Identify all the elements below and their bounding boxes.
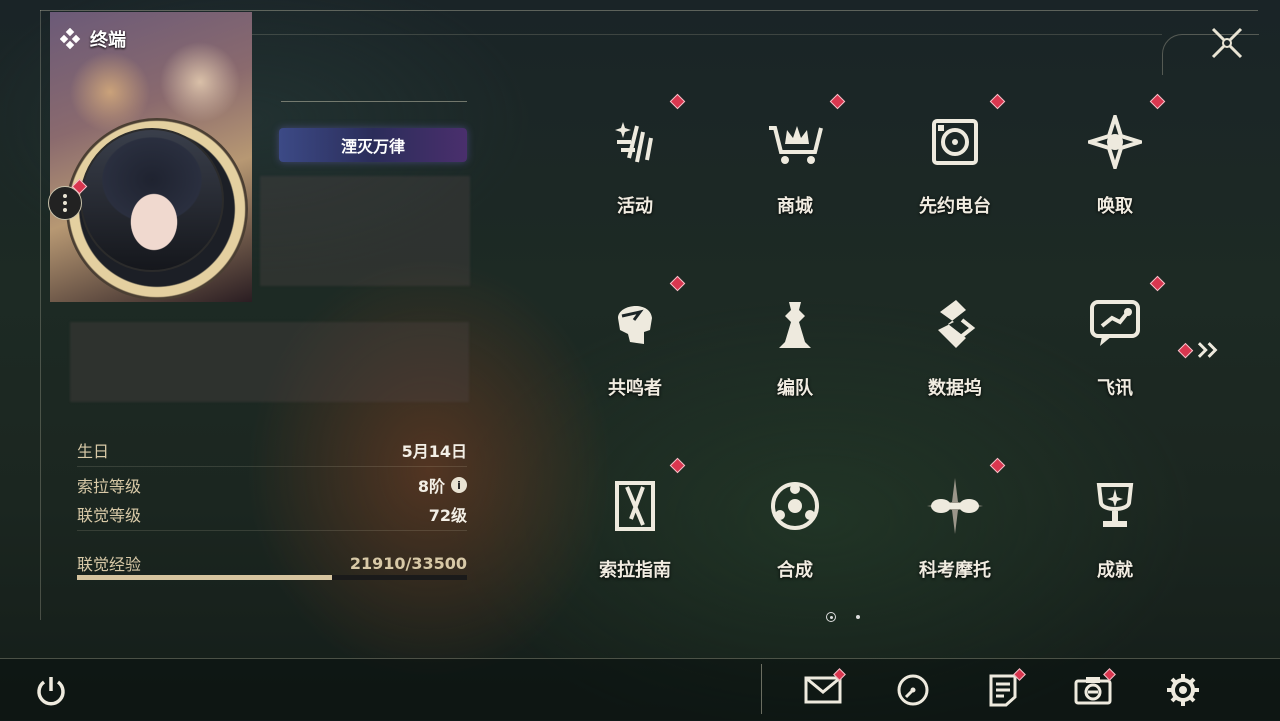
page-dot[interactable] [856,615,860,619]
frame-top-line [40,10,1258,11]
page-title: 终端 [90,30,126,51]
avatar[interactable] [80,128,224,272]
menu-item-label: 科考摩托 [919,560,991,581]
stat-value: 8阶 [417,477,445,496]
stat-label: 联觉经验 [77,555,142,574]
more-dots-icon [63,193,67,214]
radio-icon [925,112,985,172]
frame-left-line [40,10,41,620]
notes-button[interactable] [983,668,1026,710]
double-chevron-right-icon [1197,342,1218,358]
synthesis-icon [765,476,825,536]
close-icon [1211,27,1243,59]
menu-item-team[interactable]: 编队 [720,274,870,424]
menu-item-motorbike[interactable]: 科考摩托 [880,456,1030,606]
menu-item-label: 合成 [777,560,813,581]
trophy-icon [1085,476,1145,536]
stat-birthday: 生日 5月14日 [77,438,467,462]
message-chat-icon [1085,294,1145,354]
mail-icon [804,676,842,704]
power-button[interactable] [33,673,69,709]
menu-item-data-dock[interactable]: 数据坞 [880,274,1030,424]
menu-item-label: 活动 [617,196,653,217]
menu-item-label: 数据坞 [928,378,982,399]
notification-dot [1149,275,1166,292]
menu-item-label: 商城 [777,196,813,217]
team-chess-icon [765,294,825,354]
mail-button[interactable] [803,668,846,710]
summon-compass-icon [1085,112,1145,172]
menu-item-guide[interactable]: 索拉指南 [560,456,710,606]
stat-value: 5月14日 [401,442,467,461]
menu-item-radio[interactable]: 先约电台 [880,92,1030,242]
notification-dot [669,93,686,110]
info-icon[interactable]: i [451,477,467,493]
title-badge-label: 湮灭万律 [340,137,405,156]
menu-item-label: 飞讯 [1097,378,1133,399]
stat-union-level: 联觉等级 72级 [77,502,467,526]
stat-value: 72级 [428,506,467,525]
blurred-name-area [260,176,470,286]
notification-dot [669,275,686,292]
menu-item-label: 共鸣者 [608,378,662,399]
stat-label: 联觉等级 [77,506,142,525]
settings-button[interactable] [1163,670,1203,710]
menu-item-label: 先约电台 [919,196,991,217]
camera-icon [1074,677,1112,705]
notification-dot [989,457,1006,474]
motorbike-icon [925,476,985,536]
blurred-signature-area [70,322,469,402]
shop-cart-icon [765,112,825,172]
stat-divider [77,466,467,467]
resonator-head-icon [605,294,665,354]
experience-progress-fill [77,575,333,580]
clock-icon [897,674,929,706]
terminal-diamond-icon [60,28,81,50]
next-page-button[interactable] [1177,338,1220,362]
notification-dot [989,93,1006,110]
stat-value: 21910/33500 [349,553,467,573]
clock-button[interactable] [893,670,933,710]
notification-dot [669,457,686,474]
stat-sola-level: 索拉等级 8阶 i [77,473,467,497]
menu-item-label: 编队 [777,378,813,399]
menu-item-messages[interactable]: 飞讯 [1040,274,1190,424]
experience-progress-bar [77,575,467,580]
bottom-divider [761,664,762,714]
menu-item-resonators[interactable]: 共鸣者 [560,274,710,424]
stat-divider [77,530,467,531]
activity-icon [605,112,665,172]
gear-icon [1167,674,1199,706]
page-indicator [826,612,860,622]
menu-item-label: 唤取 [1097,196,1133,217]
notification-dot [1149,93,1166,110]
terminal-header: 终端 [60,26,126,52]
close-button[interactable] [1206,22,1248,64]
page-dot-active[interactable] [826,612,836,622]
stat-experience: 联觉经验 21910/33500 [77,551,467,575]
menu-item-shop[interactable]: 商城 [720,92,870,242]
power-icon [37,677,65,706]
camera-button[interactable] [1073,668,1116,710]
stat-label: 索拉等级 [77,477,142,496]
notification-dot [829,93,846,110]
menu-item-synthesis[interactable]: 合成 [720,456,870,606]
title-divider [281,101,467,102]
data-dock-icon [925,294,985,354]
menu-item-summon[interactable]: 唤取 [1040,92,1190,242]
menu-item-label: 索拉指南 [599,560,671,581]
title-badge[interactable]: 湮灭万律 [279,128,467,162]
menu-item-activity[interactable]: 活动 [560,92,710,242]
menu-item-achievements[interactable]: 成就 [1040,456,1190,606]
notification-dot [1177,342,1194,358]
guide-book-icon [605,476,665,536]
notes-icon [989,674,1017,707]
frame-arc-line [252,34,1162,35]
stat-label: 生日 [77,442,110,461]
menu-item-label: 成就 [1097,560,1133,581]
